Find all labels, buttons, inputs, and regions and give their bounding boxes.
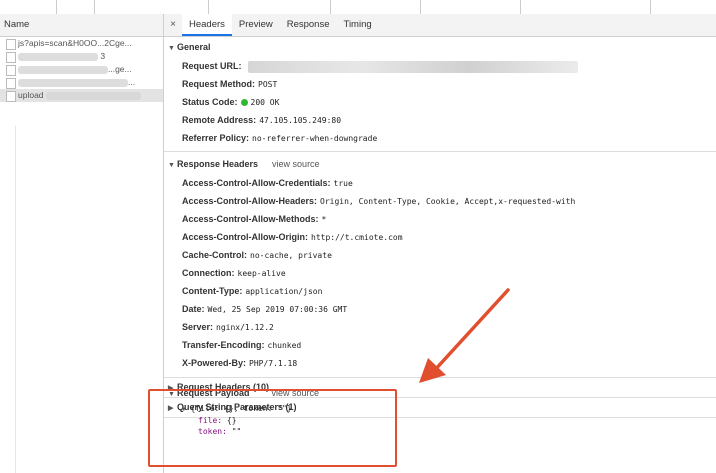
status-ok-icon: [240, 99, 248, 106]
tab-response[interactable]: Response: [280, 14, 337, 36]
file-icon: [6, 91, 16, 102]
header-value: http://t.cmiote.com: [311, 233, 403, 242]
timeline-divider: [330, 0, 331, 14]
request-method-row: Request Method: POST: [182, 79, 278, 89]
header-key: Server:: [182, 322, 214, 332]
general-section-header[interactable]: ▼ General: [164, 37, 716, 57]
response-header-row: Connection: keep-alive: [164, 264, 716, 282]
timeline-divider: [94, 0, 95, 14]
request-list-panel: Name js?apis=scan&H0OO...2Cge... 3 ...ge…: [0, 14, 164, 473]
referrer-policy-row: Referrer Policy: no-referrer-when-downgra…: [182, 133, 378, 143]
request-row[interactable]: ...: [0, 76, 163, 89]
triangle-down-icon: ▼: [168, 45, 175, 52]
triangle-down-icon: ▼: [168, 391, 175, 398]
file-icon: [6, 78, 16, 89]
blurred-text: [18, 52, 98, 61]
header-key: Access-Control-Allow-Credentials:: [182, 178, 331, 188]
column-divider: [15, 126, 16, 473]
request-payload-section-header[interactable]: ▼ Request Payload view source: [164, 385, 716, 401]
blurred-text: [18, 65, 108, 74]
name-column-header[interactable]: Name: [0, 14, 163, 37]
section-divider: [164, 151, 716, 152]
response-header-row: Access-Control-Allow-Headers: Origin, Con…: [164, 192, 716, 210]
header-value: Wed, 25 Sep 2019 07:00:36 GMT: [207, 305, 348, 314]
view-source-link[interactable]: view source: [272, 388, 320, 398]
header-key: Date:: [182, 304, 205, 314]
response-header-row: X-Powered-By: PHP/7.1.18: [164, 354, 716, 372]
header-key: Connection:: [182, 268, 235, 278]
header-value: nginx/1.12.2: [216, 323, 274, 332]
payload-token-row: token: "": [198, 427, 242, 436]
view-source-link[interactable]: view source: [272, 159, 320, 169]
payload-file-row: file: {}: [198, 416, 237, 425]
header-key: Access-Control-Allow-Headers:: [182, 196, 318, 206]
top-toolbar-strip: [0, 0, 716, 15]
header-key: Cache-Control:: [182, 250, 247, 260]
response-header-row: Content-Type: application/json: [164, 282, 716, 300]
blurred-text: [18, 78, 128, 87]
timeline-divider: [208, 0, 209, 14]
request-name: js?apis=scan&H0OO...2Cge...: [18, 38, 132, 48]
request-url-row: Request URL:: [164, 57, 716, 75]
file-icon: [6, 65, 16, 76]
response-header-row: Date: Wed, 25 Sep 2019 07:00:36 GMT: [164, 300, 716, 318]
header-value: keep-alive: [237, 269, 286, 278]
timeline-divider: [56, 0, 57, 14]
request-name: 3: [100, 51, 106, 61]
remote-address-row: Remote Address: 47.105.105.249:80: [182, 115, 342, 125]
triangle-down-icon: ▼: [182, 406, 186, 413]
header-value: true: [333, 179, 353, 188]
triangle-down-icon: ▼: [168, 162, 175, 169]
timeline-divider: [420, 0, 421, 14]
request-row-selected[interactable]: upload: [0, 89, 163, 102]
header-key: Access-Control-Allow-Origin:: [182, 232, 309, 242]
status-code-row: Status Code: 200 OK: [182, 97, 280, 107]
file-icon: [6, 52, 16, 63]
request-name: ...ge...: [108, 64, 132, 74]
response-header-row: Access-Control-Allow-Credentials: true: [164, 174, 716, 192]
header-value: Origin, Content-Type, Cookie, Accept,x-r…: [320, 197, 576, 206]
payload-root[interactable]: ▼ {file: {}, token: ""}: [164, 403, 716, 415]
tab-preview[interactable]: Preview: [232, 14, 280, 36]
response-headers-list: Access-Control-Allow-Credentials: true Acc…: [164, 174, 716, 372]
response-headers-section-header[interactable]: ▼ Response Headers view source: [164, 154, 716, 174]
blurred-text: [45, 91, 141, 100]
header-key: Transfer-Encoding:: [182, 340, 265, 350]
header-key: Access-Control-Allow-Methods:: [182, 214, 319, 224]
details-tabbar: × Headers Preview Response Timing: [164, 14, 716, 37]
request-details-panel: × Headers Preview Response Timing ▼ Gener…: [164, 14, 716, 473]
request-payload-section: ▼ Request Payload view source ▼ {file: {},…: [164, 385, 716, 437]
header-key: Content-Type:: [182, 286, 243, 296]
response-header-row: Access-Control-Allow-Methods: *: [164, 210, 716, 228]
header-key: X-Powered-By:: [182, 358, 247, 368]
header-value: chunked: [267, 341, 302, 350]
request-row[interactable]: 3: [0, 50, 163, 63]
response-header-row: Transfer-Encoding: chunked: [164, 336, 716, 354]
request-name: ...: [128, 77, 136, 87]
timeline-divider: [650, 0, 651, 14]
response-header-row: Cache-Control: no-cache, private: [164, 246, 716, 264]
response-header-row: Server: nginx/1.12.2: [164, 318, 716, 336]
tab-headers[interactable]: Headers: [182, 14, 232, 36]
header-value: no-cache, private: [250, 251, 332, 260]
request-row[interactable]: ...ge...: [0, 63, 163, 76]
timeline-divider: [520, 0, 521, 14]
header-value: *: [321, 215, 327, 224]
blurred-url: [247, 60, 578, 73]
header-value: PHP/7.1.18: [249, 359, 298, 368]
request-name: upload: [18, 90, 44, 100]
file-icon: [6, 39, 16, 50]
close-icon[interactable]: ×: [164, 14, 182, 36]
tab-timing[interactable]: Timing: [337, 14, 379, 36]
request-row[interactable]: js?apis=scan&H0OO...2Cge...: [0, 37, 163, 50]
response-header-row: Access-Control-Allow-Origin: http://t.cmi…: [164, 228, 716, 246]
header-value: application/json: [245, 287, 323, 296]
